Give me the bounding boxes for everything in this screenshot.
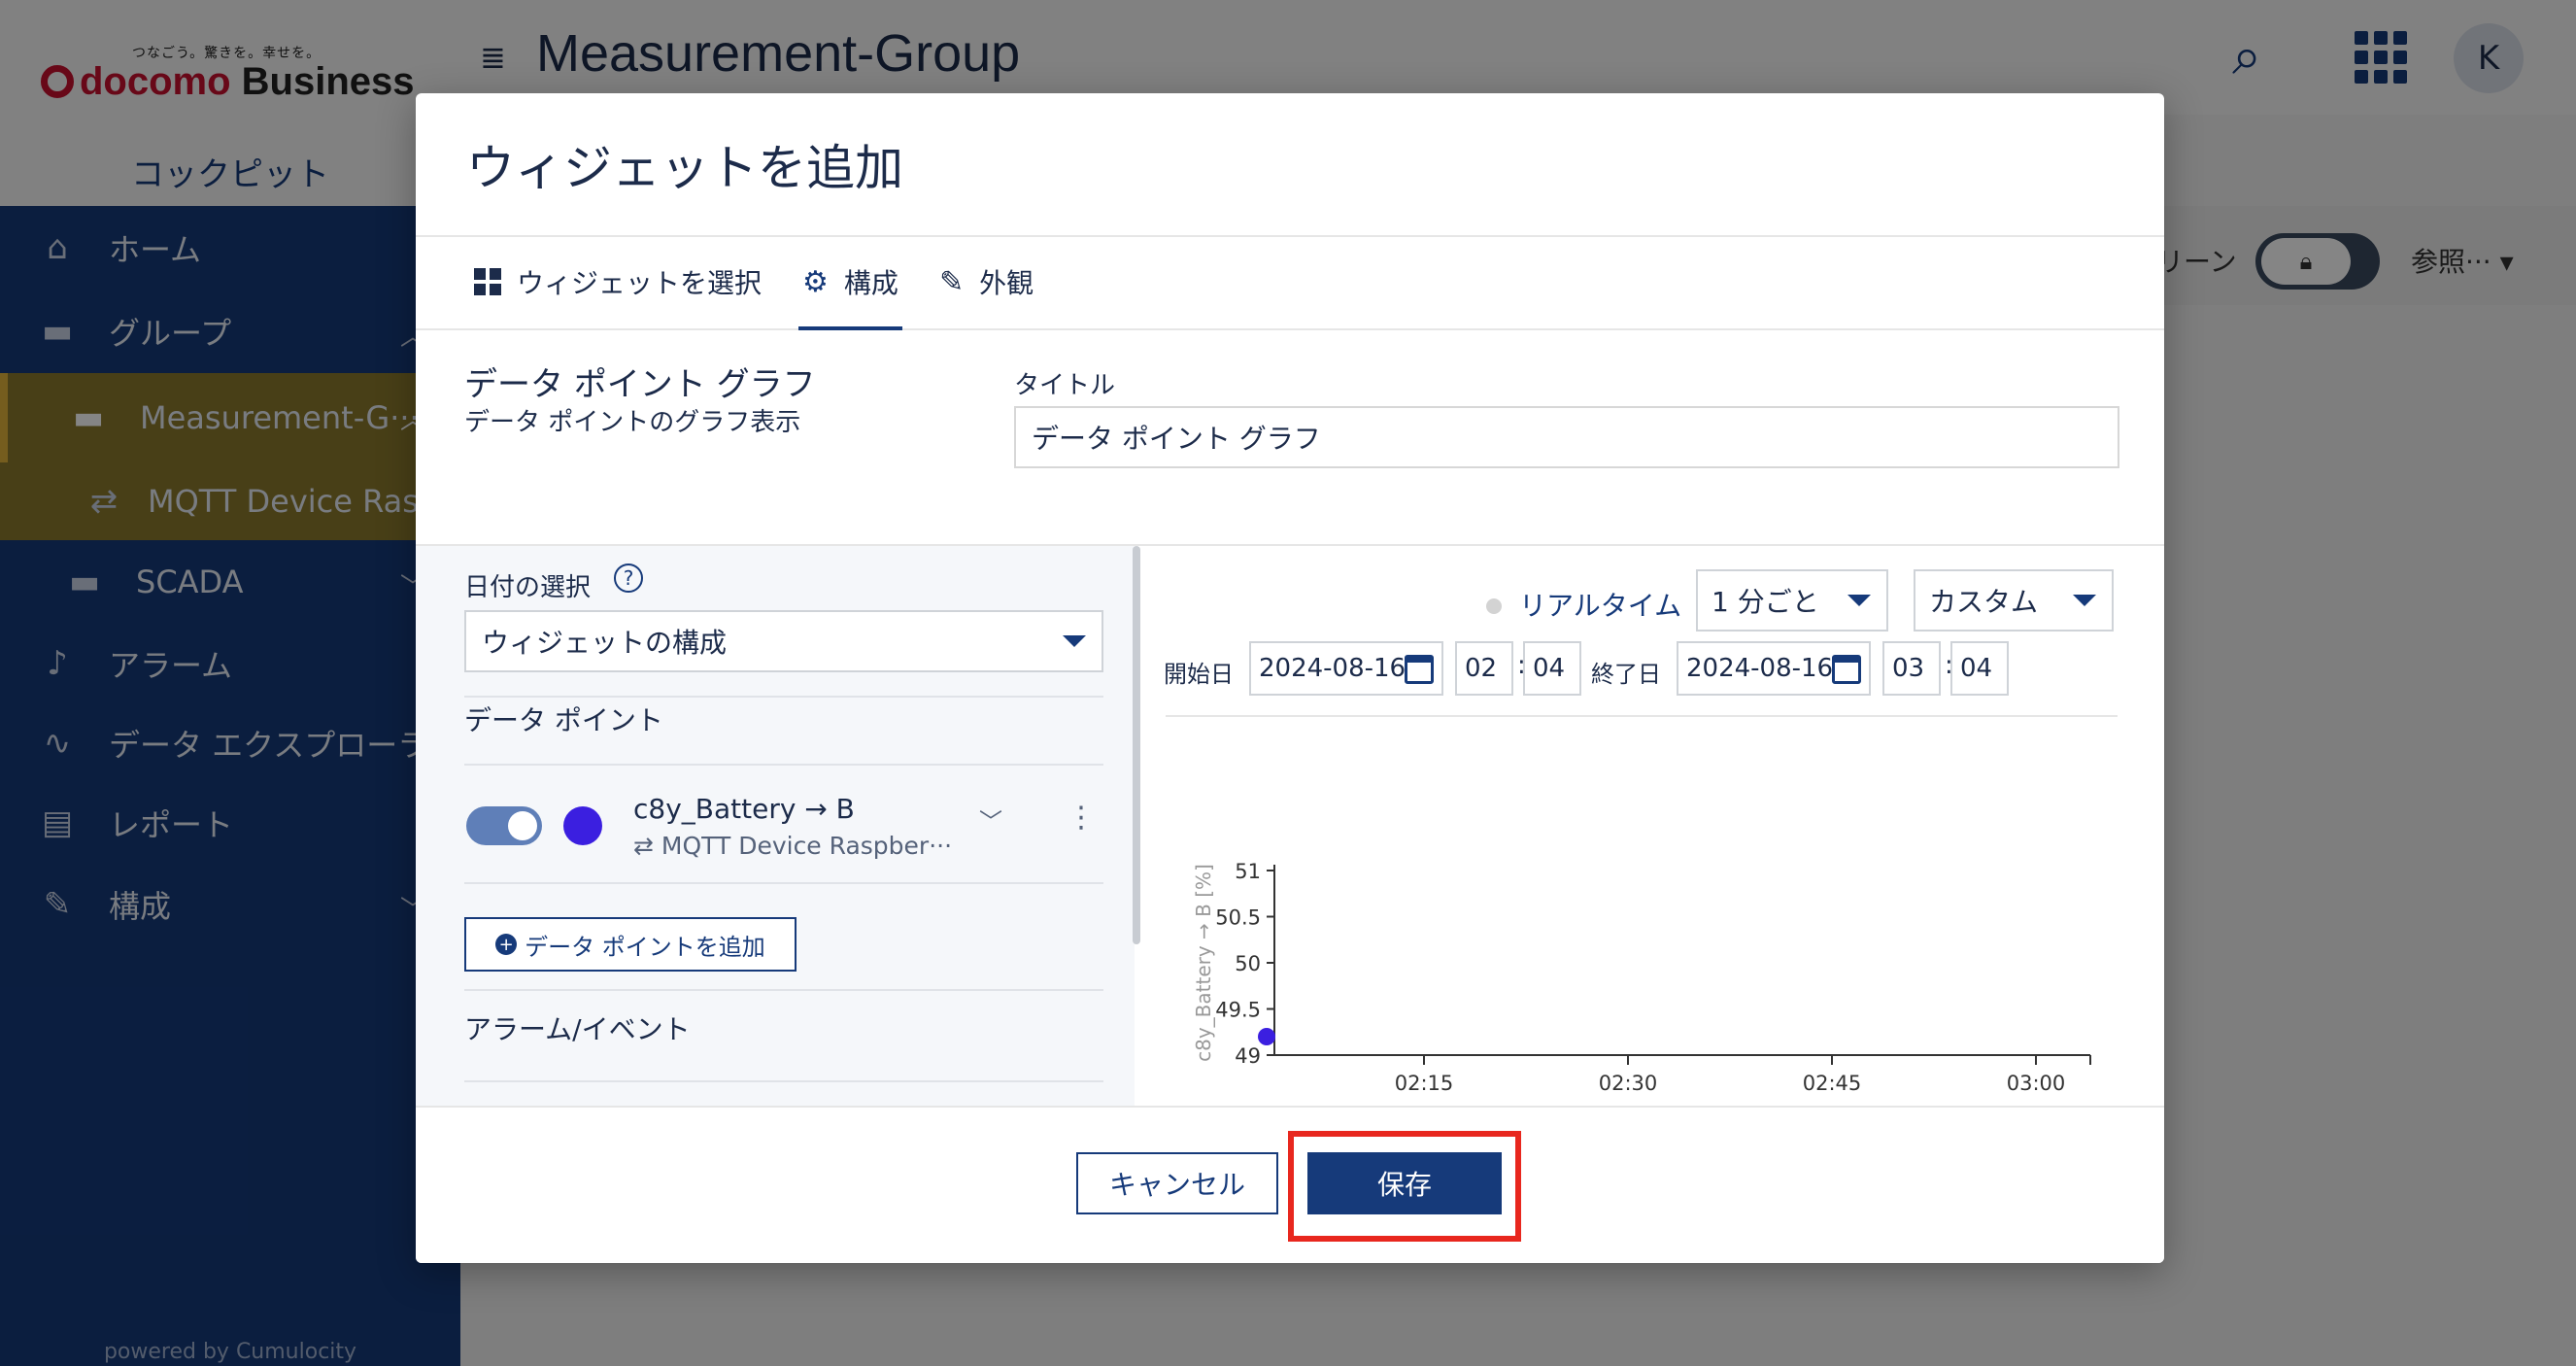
tab-select-widget[interactable]: ウィジェットを選択 — [470, 235, 765, 328]
add-data-point-button[interactable]: + データ ポイントを追加 — [464, 917, 797, 972]
widget-description: データ ポイントのグラフ表示 — [464, 408, 801, 437]
title-label: タイトル — [1014, 371, 1116, 400]
x-tick-label: 02:45 — [1803, 1072, 1862, 1095]
caret-down-icon — [1063, 635, 1086, 647]
scrollbar[interactable] — [1133, 546, 1140, 944]
y-axis-label: c8y_Battery → B [%] — [1192, 864, 1215, 1062]
data-points-label: データ ポイント — [464, 704, 663, 736]
divider — [464, 882, 1103, 884]
date-selection-label: 日付の選択 — [464, 573, 592, 602]
help-icon[interactable]: ? — [614, 563, 643, 593]
save-button[interactable]: 保存 — [1307, 1152, 1502, 1214]
data-point — [1258, 1028, 1275, 1045]
datapoint-config-panel: 日付の選択 ? ウィジェットの構成 データ ポイント c8y_Battery →… — [416, 546, 1135, 1106]
widget-info-section: データ ポイント グラフ データ ポイントのグラフ表示 タイトル — [416, 330, 2164, 546]
add-widget-dialog: ウィジェットを追加 ウィジェットを選択 ⚙ 構成 ✎ 外観 データ ポイント グ… — [416, 93, 2164, 1263]
datapoint-chart[interactable]: 49 49.5 50 50.5 51 02:15 02:30 02:45 03:00 c8y_Ba… — [1142, 546, 2164, 1106]
brush-icon: ✎ — [938, 264, 965, 299]
date-selection-value: ウィジェットの構成 — [482, 627, 728, 659]
gear-icon: ⚙ — [802, 264, 829, 299]
datapoint-device: ⇄ MQTT Device Raspber··· — [633, 832, 953, 860]
chevron-down-icon[interactable]: ﹀ — [979, 803, 1002, 837]
widget-name: データ ポイント グラフ — [464, 365, 816, 404]
chart-preview-panel: リアルタイム 1 分ごと カスタム 開始日 2024-08-16 02 : 04… — [1142, 546, 2164, 1106]
dialog-title: ウィジェットを追加 — [466, 140, 903, 196]
y-tick-label: 50.5 — [1215, 906, 1261, 930]
plus-circle-icon: + — [495, 934, 518, 955]
divider — [464, 1080, 1103, 1082]
tab-configuration[interactable]: ⚙ 構成 — [798, 235, 902, 330]
tab-appearance[interactable]: ✎ 外観 — [935, 235, 1037, 328]
y-tick-label: 49 — [1235, 1044, 1261, 1068]
y-tick-label: 51 — [1235, 860, 1261, 883]
x-tick-label: 02:30 — [1599, 1072, 1658, 1095]
tab-label: 外観 — [979, 267, 1034, 299]
dialog-header: ウィジェットを追加 — [416, 93, 2164, 237]
alarms-events-label: アラーム/イベント — [464, 1013, 691, 1045]
grid-icon — [474, 268, 501, 295]
x-tick-label: 03:00 — [2007, 1072, 2066, 1095]
datapoint-name: c8y_Battery → B — [633, 793, 855, 825]
configuration-body: 日付の選択 ? ウィジェットの構成 データ ポイント c8y_Battery →… — [416, 546, 2164, 1106]
datapoint-toggle[interactable] — [466, 806, 542, 845]
y-tick-label: 50 — [1235, 952, 1261, 975]
tab-label: 構成 — [843, 267, 898, 299]
divider — [464, 764, 1103, 766]
date-selection-dropdown[interactable]: ウィジェットの構成 — [464, 610, 1103, 672]
divider — [464, 989, 1103, 991]
title-input[interactable] — [1014, 406, 2119, 468]
tab-label: ウィジェットを選択 — [517, 267, 763, 299]
cancel-button[interactable]: キャンセル — [1076, 1152, 1278, 1214]
dialog-footer: キャンセル 保存 — [416, 1106, 2164, 1263]
x-tick-label: 02:15 — [1395, 1072, 1454, 1095]
add-data-point-label: データ ポイントを追加 — [525, 933, 765, 961]
divider — [464, 696, 1103, 698]
more-options-icon[interactable]: ⋮ — [1067, 801, 1096, 835]
dialog-tabs: ウィジェットを選択 ⚙ 構成 ✎ 外観 — [416, 237, 2164, 330]
y-tick-label: 49.5 — [1215, 999, 1261, 1022]
datapoint-color-swatch[interactable] — [563, 806, 602, 845]
